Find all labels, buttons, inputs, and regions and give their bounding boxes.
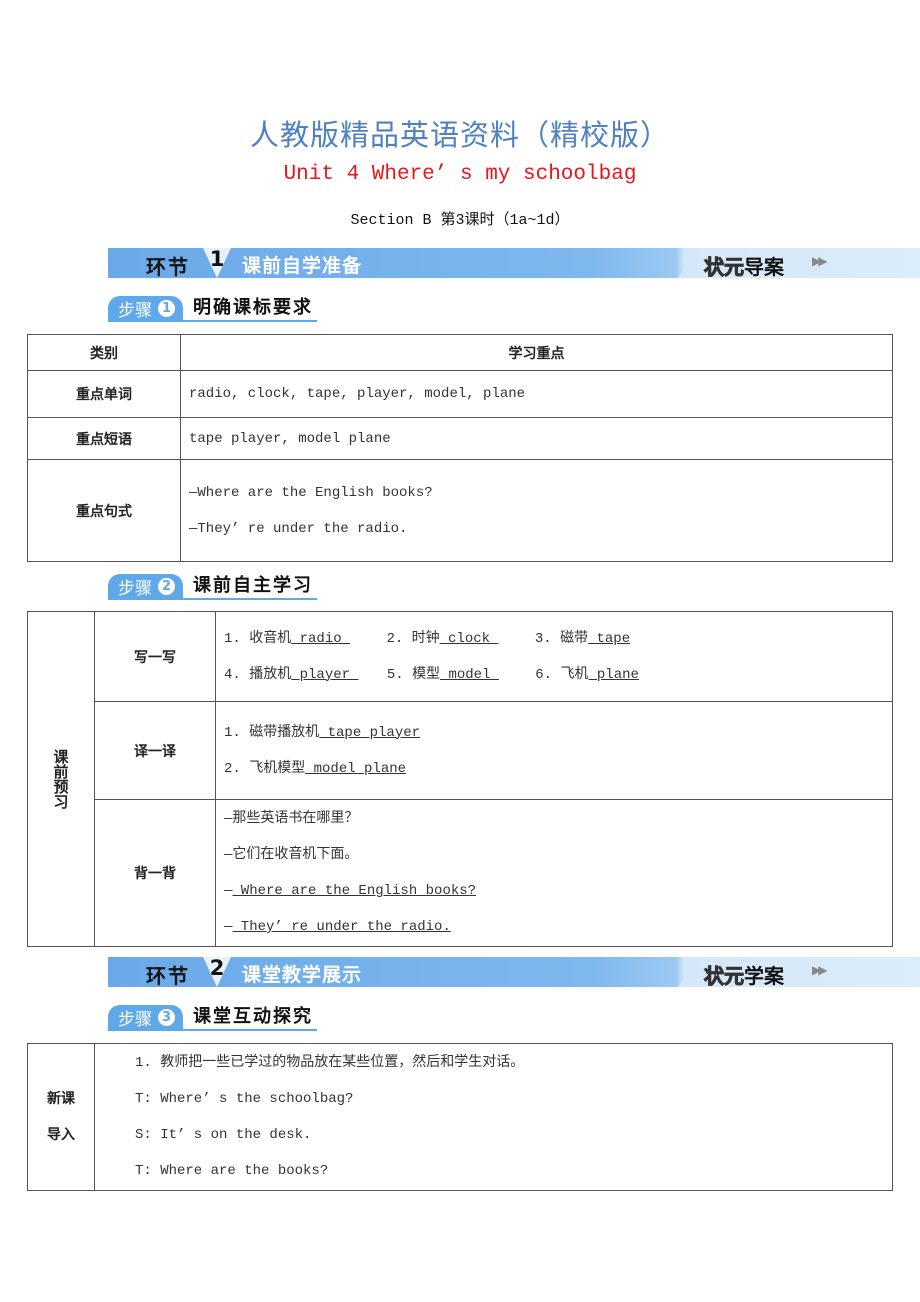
- section-subtitle: Section B 第3课时（1a~1d）: [350, 212, 570, 229]
- recite-label: 背一背: [94, 799, 216, 947]
- step-label: 步骤: [118, 578, 152, 599]
- label-line: 导入: [47, 1127, 75, 1143]
- table-row: 新课 导入 1. 教师把一些已学过的物品放在某些位置，然后和学生对话。 T: W…: [27, 1043, 893, 1191]
- stage-label: 环节: [146, 255, 190, 279]
- step-title: 明确课标要求: [183, 296, 317, 322]
- stage-title: 课堂教学展示: [242, 964, 363, 986]
- label-line: 新课: [47, 1091, 75, 1107]
- table-row-recite: 背一背 —那些英语书在哪里？ —它们在收音机下面。 — Where are th…: [28, 799, 893, 947]
- row-content: —Where are the English books? —They’ re …: [180, 459, 893, 562]
- answer-blank: tape player: [319, 724, 421, 741]
- row-category: 重点单词: [27, 370, 181, 418]
- preview-table: 课前预习 写一写 1. 收音机 radio 2. 时钟 clock 3. 磁带 …: [27, 611, 893, 947]
- step-title: 课堂互动探究: [183, 1005, 317, 1031]
- write-item: 3. 磁带 tape: [534, 630, 631, 647]
- banner-divider: [678, 957, 698, 987]
- banner-divider: [678, 248, 698, 278]
- answer-blank: They’ re under the radio.: [232, 919, 451, 935]
- translate-item: 2. 飞机模型 model plane: [224, 760, 407, 777]
- table-row: 重点单词 radio, clock, tape, player, model, …: [27, 370, 893, 418]
- stage-title: 课前自学准备: [242, 255, 363, 277]
- brand-bold-text: 学案: [744, 964, 784, 988]
- row-category: 重点句式: [27, 459, 181, 562]
- objectives-table: 类别 学习重点 重点单词 radio, clock, tape, player,…: [27, 334, 893, 562]
- header-category: 类别: [27, 334, 181, 371]
- brand-outline-text: 状元: [704, 255, 745, 280]
- write-label: 写一写: [94, 611, 216, 702]
- dialogue-line: T: Where’ s the schoolbag?: [135, 1091, 354, 1107]
- step-pill: 步骤 1: [108, 296, 183, 322]
- recite-line: —它们在收音机下面。: [224, 847, 359, 863]
- table-row-translate: 译一译 1. 磁带播放机 tape player 2. 飞机模型 model p…: [28, 701, 893, 800]
- step-header-1: 步骤 1 明确课标要求: [108, 296, 317, 322]
- brand-label: 状元导案: [704, 251, 785, 280]
- recite-content: —那些英语书在哪里？ —它们在收音机下面。 — Where are the En…: [215, 799, 893, 947]
- row-category: 重点短语: [27, 417, 181, 460]
- translate-item: 1. 磁带播放机 tape player: [224, 724, 421, 741]
- write-item: 5. 模型 model: [386, 666, 499, 683]
- translate-label: 译一译: [94, 701, 216, 800]
- unit-title: Unit 4 Where’ s my schoolbag: [283, 163, 637, 186]
- step-pill: 步骤 2: [108, 574, 183, 600]
- answer-blank: plane: [588, 666, 639, 683]
- sentence-line: —Where are the English books?: [189, 484, 433, 501]
- row-content: radio, clock, tape, player, model, plane: [180, 370, 893, 418]
- dialogue-line: T: Where are the books?: [135, 1163, 329, 1179]
- double-arrow-icon: ▶▶: [812, 254, 828, 268]
- write-item: 2. 时钟 clock: [386, 630, 499, 647]
- answer-blank: Where are the English books?: [232, 883, 477, 899]
- write-item: 1. 收音机 radio: [224, 630, 351, 647]
- table-row: 重点短语 tape player, model plane: [27, 417, 893, 460]
- stage-number: 1: [209, 247, 225, 271]
- write-content: 1. 收音机 radio 2. 时钟 clock 3. 磁带 tape 4. 播…: [215, 611, 893, 702]
- recite-answer-line: — Where are the English books?: [224, 883, 477, 899]
- answer-blank: clock: [439, 630, 499, 647]
- brand-outline-text: 状元: [704, 964, 745, 989]
- row-content: tape player, model plane: [180, 417, 893, 460]
- write-item: 6. 飞机 plane: [535, 666, 639, 683]
- write-line: 4. 播放机 player 5. 模型 model 6. 飞机 plane: [224, 657, 891, 693]
- step-label: 步骤: [118, 300, 152, 321]
- lead-in-label: 新课 导入: [27, 1043, 95, 1191]
- header-focus: 学习重点: [180, 334, 893, 371]
- dialogue-line: S: It’ s on the desk.: [135, 1127, 312, 1143]
- step-number-icon: 3: [158, 1008, 175, 1026]
- answer-blank: model plane: [305, 760, 407, 777]
- brand-label: 状元学案: [704, 960, 785, 989]
- table-header-row: 类别 学习重点: [27, 334, 893, 371]
- stage-banner-1: 环节 1 课前自学准备 状元导案 ▶▶: [108, 247, 920, 280]
- recite-answer-line: — They’ re under the radio.: [224, 919, 451, 935]
- stage-banner-2: 环节 2 课堂教学展示 状元学案 ▶▶: [108, 956, 920, 989]
- document-title: 人教版精品英语资料（精校版）: [249, 118, 670, 152]
- group-label: 课前预习: [51, 749, 70, 809]
- answer-blank: radio: [291, 630, 351, 647]
- answer-blank: model: [440, 666, 499, 683]
- stage-number: 2: [209, 956, 225, 980]
- group-label-cell: 课前预习: [27, 611, 95, 947]
- table-row: 重点句式 —Where are the English books? —They…: [27, 459, 893, 562]
- translate-content: 1. 磁带播放机 tape player 2. 飞机模型 model plane: [215, 701, 893, 800]
- step-label: 步骤: [118, 1009, 152, 1030]
- lead-in-content: 1. 教师把一些已学过的物品放在某些位置，然后和学生对话。 T: Where’ …: [94, 1043, 893, 1191]
- step-pill: 步骤 3: [108, 1005, 183, 1031]
- step-number-icon: 2: [158, 577, 175, 595]
- lead-in-table: 新课 导入 1. 教师把一些已学过的物品放在某些位置，然后和学生对话。 T: W…: [27, 1043, 893, 1191]
- step-number-icon: 1: [158, 299, 175, 317]
- dialogue-line: 1. 教师把一些已学过的物品放在某些位置，然后和学生对话。: [135, 1055, 525, 1071]
- brand-bold-text: 导案: [744, 255, 784, 279]
- answer-blank: tape: [588, 630, 631, 647]
- answer-blank: player: [291, 666, 359, 683]
- step-header-3: 步骤 3 课堂互动探究: [108, 1005, 317, 1031]
- step-header-2: 步骤 2 课前自主学习: [108, 574, 317, 600]
- recite-line: —那些英语书在哪里？: [224, 811, 359, 827]
- double-arrow-icon: ▶▶: [812, 963, 828, 977]
- stage-label: 环节: [146, 964, 190, 988]
- write-line: 1. 收音机 radio 2. 时钟 clock 3. 磁带 tape: [224, 621, 891, 657]
- step-title: 课前自主学习: [183, 574, 317, 600]
- write-item: 4. 播放机 player: [224, 666, 359, 683]
- sentence-line: —They’ re under the radio.: [189, 520, 408, 537]
- table-row-write: 课前预习 写一写 1. 收音机 radio 2. 时钟 clock 3. 磁带 …: [27, 611, 893, 947]
